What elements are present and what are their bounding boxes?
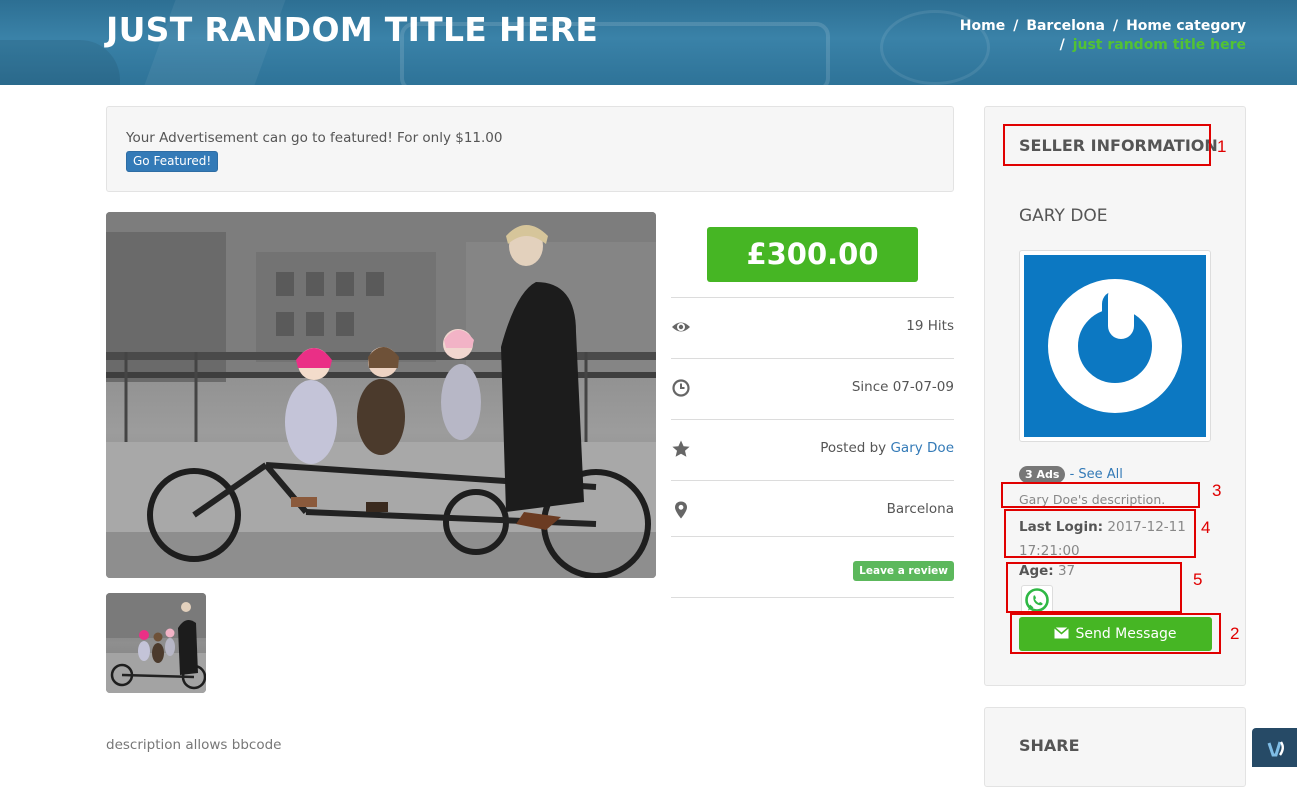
share-panel: SHARE [984,707,1246,787]
price-badge: £300.00 [707,227,918,282]
map-pin-icon [675,501,687,519]
photo-illustration [106,212,656,578]
posted-by: Posted by Gary Doe [820,440,954,456]
listing-main-photo[interactable] [106,212,656,578]
featured-promo-text: Your Advertisement can go to featured! F… [126,130,503,146]
annotation-number-5: 5 [1193,570,1203,589]
annotation-box-1 [1003,124,1211,166]
annotation-number-3: 3 [1212,481,1222,500]
seller-ads-row: 3 Ads - See All [1019,466,1123,483]
annotation-box-4 [1004,509,1196,558]
listing-thumbnail[interactable] [106,593,206,693]
seller-avatar[interactable] [1019,250,1211,442]
stat-row-location: Barcelona [671,480,954,541]
annotation-box-2 [1010,613,1221,654]
breadcrumb-home-category[interactable]: Home category [1126,18,1246,34]
annotation-box-5 [1006,562,1182,613]
annotation-number-1: 1 [1217,137,1227,156]
breadcrumb-barcelona[interactable]: Barcelona [1026,18,1105,34]
header-decoration [0,40,120,85]
annotation-box-3 [1001,482,1200,508]
breadcrumb-separator: / [1013,18,1019,34]
page-title: JUST RANDOM TITLE HERE [106,10,599,49]
leave-review-button[interactable]: Leave a review [853,561,954,581]
posted-by-seller-link[interactable]: Gary Doe [890,440,954,456]
annotation-number-2: 2 [1230,624,1240,643]
stat-row-since: Since 07-07-09 [671,358,954,419]
location-text: Barcelona [886,501,954,517]
star-icon [672,440,690,457]
seller-name: GARY DOE [1019,206,1108,226]
see-all-link[interactable]: - See All [1070,467,1123,482]
breadcrumb: Home / Barcelona / Home category / just rando… [960,17,1246,55]
go-featured-button[interactable]: Go Featured! [126,151,219,172]
stat-row-review: Leave a review [671,536,954,597]
thumbnail-illustration [106,593,206,693]
share-heading: SHARE [1019,736,1080,755]
breadcrumb-separator: / [1059,37,1065,53]
breadcrumb-current: just random title here [1072,37,1246,53]
stat-row-hits: 19 Hits [671,297,954,358]
clock-icon [672,379,690,397]
avatar-logo [1024,255,1206,437]
page-header: JUST RANDOM TITLE HERE Home / Barcelona / Ho… [0,0,1297,85]
stats-divider [671,597,954,598]
listing-description: description allows bbcode [106,737,282,753]
power-logo-icon [1048,279,1182,413]
ads-count-badge: 3 Ads [1019,466,1066,483]
since-date: Since 07-07-09 [851,379,954,395]
chat-widget-button[interactable] [1252,728,1297,767]
stat-row-posted-by: Posted by Gary Doe [671,419,954,480]
breadcrumb-separator: / [1112,18,1119,34]
eye-icon [672,322,690,332]
hits-count: 19 Hits [906,318,954,334]
annotation-number-4: 4 [1201,518,1211,537]
posted-by-prefix: Posted by [820,440,891,456]
featured-promo-box: Your Advertisement can go to featured! F… [106,106,954,192]
chat-widget-icon [1267,741,1284,757]
breadcrumb-home[interactable]: Home [960,18,1005,34]
